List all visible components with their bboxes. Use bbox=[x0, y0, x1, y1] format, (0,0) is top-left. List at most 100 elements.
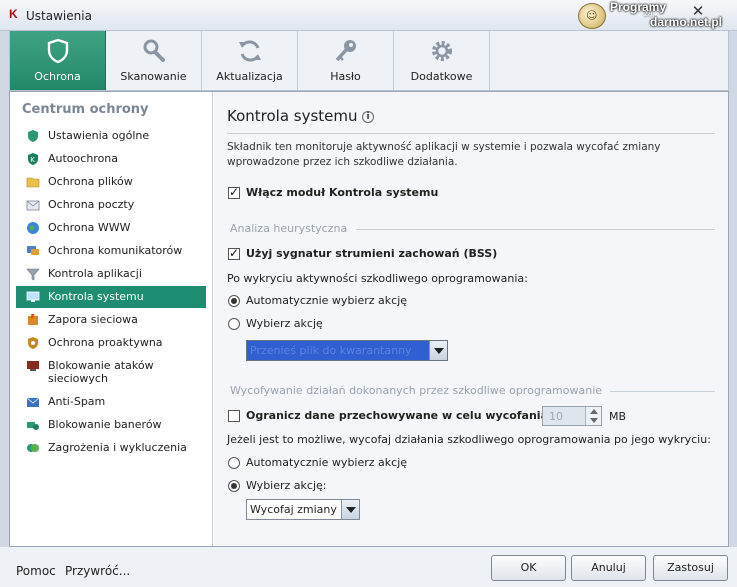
apply-button[interactable]: Zastosuj bbox=[653, 555, 728, 581]
divider bbox=[610, 391, 715, 392]
key-icon bbox=[335, 40, 356, 62]
sidebar-item-self-defense[interactable]: K Autoochrona bbox=[16, 148, 206, 170]
chevron-down-icon[interactable] bbox=[429, 341, 447, 360]
sidebar-item-label: Autoochrona bbox=[48, 152, 119, 165]
action-select-value: Przenieś plik do kwarantanny bbox=[250, 344, 412, 357]
sidebar-item-threats[interactable]: Zagrożenia i wykluczenia bbox=[16, 437, 206, 459]
enable-system-watcher-label: Włącz moduł Kontrola systemu bbox=[246, 186, 439, 199]
sidebar-item-web-protection[interactable]: Ochrona WWW bbox=[16, 217, 206, 239]
watermark-line1: Programy bbox=[610, 0, 667, 14]
footer-bar: Pomoc Przywróć... OK Anuluj Zastosuj bbox=[0, 547, 737, 587]
tab-label: Dodatkowe bbox=[410, 70, 473, 83]
choose-action2-label: Wybierz akcję: bbox=[246, 479, 327, 492]
help-link[interactable]: Pomoc bbox=[16, 564, 56, 578]
choose-action2-radio[interactable] bbox=[228, 480, 240, 492]
watermark-logo-icon: ☺ bbox=[578, 3, 606, 29]
auto-action-radio[interactable] bbox=[228, 295, 240, 307]
envelope-icon bbox=[26, 200, 40, 211]
tab-haslo[interactable]: Hasło bbox=[298, 31, 394, 90]
auto-action-label: Automatycznie wybierz akcję bbox=[246, 294, 408, 307]
firewall-icon bbox=[28, 314, 38, 325]
sidebar-item-general[interactable]: Ustawienia ogólne bbox=[16, 125, 206, 147]
refresh-icon bbox=[239, 40, 261, 62]
sidebar-item-label: Blokowanie banerów bbox=[48, 418, 162, 431]
tab-skanowanie[interactable]: Skanowanie bbox=[106, 31, 202, 90]
sidebar-item-mail-protection[interactable]: Ochrona poczty bbox=[16, 194, 206, 216]
globe-icon bbox=[27, 222, 39, 234]
component-description: Składnik ten monitoruje aktywność aplika… bbox=[227, 141, 661, 168]
tab-aktualizacja[interactable]: Aktualizacja bbox=[202, 31, 298, 90]
tab-label: Hasło bbox=[330, 70, 361, 83]
gear-icon bbox=[432, 41, 452, 61]
tab-label: Aktualizacja bbox=[216, 70, 283, 83]
ok-button[interactable]: OK bbox=[491, 555, 566, 581]
divider bbox=[356, 229, 715, 230]
restore-link[interactable]: Przywróć... bbox=[65, 564, 130, 578]
page-title: Kontrola systemu bbox=[227, 107, 358, 125]
threats-icon bbox=[27, 444, 39, 452]
divider bbox=[227, 133, 715, 134]
kaspersky-logo-icon bbox=[8, 7, 20, 21]
banner-icon bbox=[27, 422, 39, 430]
monitor-icon bbox=[26, 291, 40, 302]
sidebar-item-file-protection[interactable]: Ochrona plików bbox=[16, 171, 206, 193]
action-select[interactable]: Przenieś plik do kwarantanny bbox=[246, 340, 448, 361]
tab-ochrona[interactable]: Ochrona bbox=[10, 31, 106, 90]
sidebar-item-network-attack[interactable]: Blokowanie ataków sieciowych bbox=[16, 355, 206, 387]
sidebar-item-label: Kontrola aplikacji bbox=[48, 267, 142, 280]
window-title: Ustawienia bbox=[26, 9, 92, 23]
chat-icon bbox=[27, 246, 39, 255]
shield-icon bbox=[28, 130, 38, 142]
magnifier-icon bbox=[143, 39, 165, 62]
choose-action-radio[interactable] bbox=[228, 318, 240, 330]
close-icon[interactable]: ✕ bbox=[687, 2, 709, 20]
limit-value: 10 bbox=[549, 410, 563, 423]
spinner-arrows-icon[interactable] bbox=[585, 407, 601, 425]
info-icon[interactable]: i bbox=[362, 111, 374, 123]
sidebar: Centrum ochrony Ustawienia ogólne K Auto… bbox=[10, 92, 213, 546]
title-bar: Ustawienia ☺ Programy za darmo.net.pl ✕ bbox=[0, 0, 737, 31]
sidebar-item-app-control[interactable]: Kontrola aplikacji bbox=[16, 263, 206, 285]
antispam-icon bbox=[26, 397, 40, 407]
sidebar-item-system-watcher[interactable]: Kontrola systemu bbox=[16, 286, 206, 308]
rollback-select[interactable]: Wycofaj zmiany bbox=[246, 499, 360, 520]
auto-action2-label: Automatycznie wybierz akcję bbox=[246, 456, 408, 469]
sidebar-item-im-protection[interactable]: Ochrona komunikatorów bbox=[16, 240, 206, 262]
sidebar-item-label: Zapora sieciowa bbox=[48, 313, 138, 326]
tab-strip: Ochrona Skanowanie Aktualizacja Hasło Do… bbox=[9, 31, 729, 91]
limit-rollback-checkbox[interactable] bbox=[228, 410, 240, 422]
tab-label: Ochrona bbox=[34, 70, 81, 83]
shield-icon bbox=[47, 38, 69, 64]
limit-unit: MB bbox=[609, 410, 627, 423]
rollback-select-value: Wycofaj zmiany bbox=[250, 503, 337, 516]
settings-frame: Centrum ochrony Ustawienia ogólne K Auto… bbox=[9, 91, 729, 547]
tab-dodatkowe[interactable]: Dodatkowe bbox=[394, 31, 490, 90]
auto-action2-radio[interactable] bbox=[228, 457, 240, 469]
self-defense-icon: K bbox=[28, 153, 38, 165]
content-panel: Kontrola systemu i Składnik ten monitoru… bbox=[214, 92, 728, 546]
sidebar-item-label: Ochrona WWW bbox=[48, 221, 131, 234]
section-rollback-title: Wycofywanie działań dokonanych przez szk… bbox=[230, 384, 603, 397]
proactive-shield-icon bbox=[28, 337, 38, 349]
chevron-down-icon[interactable] bbox=[341, 500, 359, 519]
sidebar-item-label: Ochrona proaktywna bbox=[48, 336, 163, 349]
sidebar-item-banner-blocking[interactable]: Blokowanie banerów bbox=[16, 414, 206, 436]
cancel-button[interactable]: Anuluj bbox=[571, 555, 646, 581]
rollback-label: Jeżeli jest to możliwe, wycofaj działani… bbox=[227, 433, 711, 446]
sidebar-item-label: Anti-Spam bbox=[48, 395, 106, 408]
sidebar-item-label: Ochrona poczty bbox=[48, 198, 135, 211]
sidebar-item-label: Blokowanie ataków sieciowych bbox=[48, 359, 154, 385]
section-heuristic-title: Analiza heurystyczna bbox=[230, 222, 348, 235]
tab-label: Skanowanie bbox=[120, 70, 187, 83]
sidebar-item-label: Zagrożenia i wykluczenia bbox=[48, 441, 187, 454]
filter-icon bbox=[26, 268, 40, 281]
enable-system-watcher-checkbox[interactable] bbox=[228, 185, 240, 199]
limit-spinner[interactable]: 10 bbox=[542, 406, 602, 426]
sidebar-item-antispam[interactable]: Anti-Spam bbox=[16, 391, 206, 413]
bss-checkbox[interactable] bbox=[228, 246, 240, 260]
sidebar-item-proactive[interactable]: Ochrona proaktywna bbox=[16, 332, 206, 354]
sidebar-item-firewall[interactable]: Zapora sieciowa bbox=[16, 309, 206, 331]
sidebar-item-label: Ustawienia ogólne bbox=[48, 129, 150, 142]
watermark: ☺ Programy za darmo.net.pl bbox=[578, 0, 737, 31]
bss-label: Użyj sygnatur strumieni zachowań (BSS) bbox=[246, 247, 498, 260]
